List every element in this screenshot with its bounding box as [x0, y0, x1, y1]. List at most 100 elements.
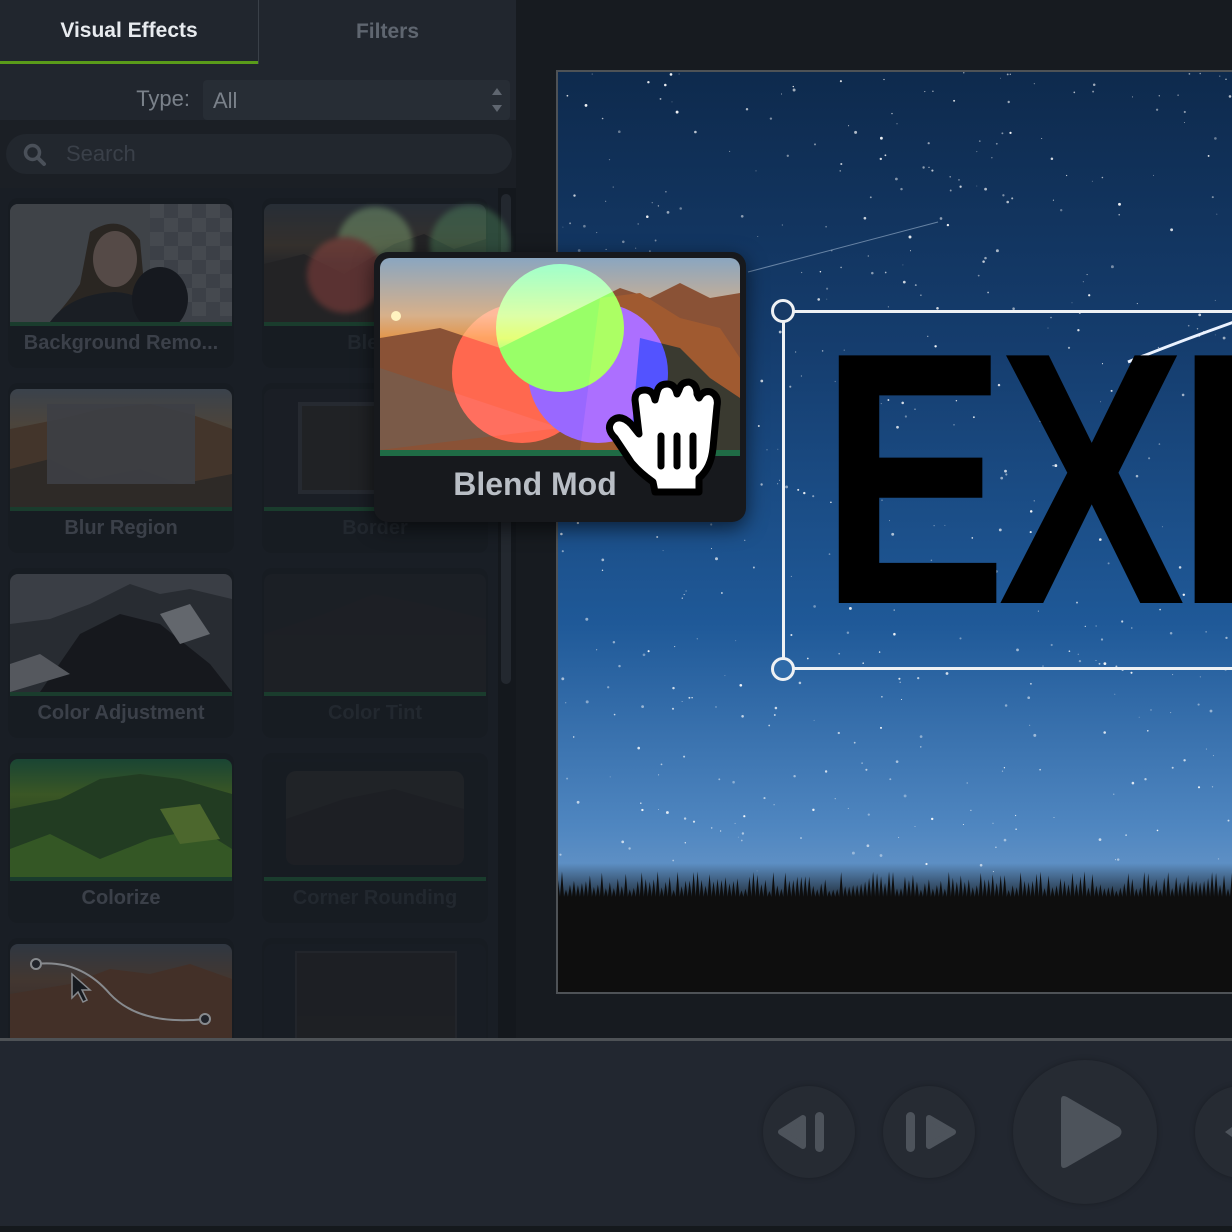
star — [1114, 693, 1116, 695]
search-icon — [23, 143, 46, 166]
star — [1009, 131, 1012, 135]
star — [665, 811, 669, 814]
star — [1065, 174, 1068, 177]
star — [724, 675, 726, 677]
selection-box[interactable] — [771, 299, 1232, 681]
effect-card-color-adjustment[interactable]: Color Adjustment — [8, 568, 234, 738]
star — [672, 859, 675, 862]
star — [601, 569, 604, 572]
effect-label: Color Tint — [327, 702, 423, 724]
star — [931, 169, 934, 172]
star — [591, 73, 593, 75]
star — [837, 731, 840, 735]
effect-thumbnail — [264, 944, 486, 1038]
effect-card-background-removal[interactable]: Background Remo... — [8, 198, 234, 368]
star — [1217, 858, 1220, 860]
star — [745, 107, 749, 111]
star — [573, 194, 576, 197]
star — [1011, 197, 1014, 200]
star — [773, 714, 776, 716]
star — [1029, 682, 1032, 685]
star — [792, 85, 794, 88]
star — [1103, 731, 1106, 734]
star — [871, 271, 874, 275]
star — [879, 726, 883, 729]
star — [1156, 829, 1159, 832]
star — [1006, 73, 1009, 76]
star — [660, 763, 663, 766]
tab-visual-effects[interactable]: Visual Effects — [0, 0, 258, 64]
star — [647, 650, 650, 653]
effect-label: Corner Rounding — [292, 887, 458, 909]
type-select[interactable]: All — [203, 80, 510, 120]
resize-handle-top-left[interactable] — [771, 299, 795, 323]
star — [865, 768, 868, 771]
search-area — [0, 120, 516, 188]
star — [618, 664, 621, 668]
star — [869, 196, 872, 199]
resize-handle-bottom-left[interactable] — [771, 657, 795, 681]
effect-card-blur-region[interactable]: Blur Region — [8, 383, 234, 553]
star — [696, 638, 698, 640]
star — [1225, 78, 1227, 80]
star — [1170, 228, 1174, 232]
effect-thumbnail — [264, 759, 486, 877]
star — [617, 130, 621, 134]
next-button[interactable] — [1195, 1086, 1232, 1178]
star — [881, 696, 883, 698]
star — [671, 707, 675, 710]
star — [1152, 174, 1155, 176]
star — [1004, 704, 1008, 707]
star — [853, 741, 856, 744]
step-forward-button[interactable] — [883, 1086, 975, 1178]
star — [927, 142, 930, 145]
star — [1116, 858, 1120, 861]
effect-card-colorize[interactable]: Colorize — [8, 753, 234, 923]
star — [561, 550, 564, 553]
star — [1053, 816, 1055, 818]
star — [646, 215, 649, 218]
bottom-strip — [0, 1226, 1232, 1232]
step-forward-icon — [906, 1112, 956, 1152]
star — [721, 592, 723, 594]
star — [777, 483, 779, 485]
star — [946, 223, 950, 227]
star — [963, 72, 965, 74]
star — [1199, 72, 1201, 75]
search-input[interactable] — [66, 138, 486, 170]
tab-filters[interactable]: Filters — [258, 0, 516, 64]
star — [585, 700, 589, 704]
star — [1003, 767, 1006, 769]
star — [932, 90, 934, 93]
effect-card-corner-rounding[interactable]: Corner Rounding — [262, 753, 488, 923]
star — [566, 94, 569, 97]
star — [710, 548, 713, 550]
thumb-bar — [264, 692, 486, 696]
type-label: Type: — [136, 86, 190, 111]
star — [1041, 138, 1043, 140]
star — [622, 240, 625, 244]
star — [1188, 73, 1191, 75]
star — [654, 239, 657, 242]
star — [903, 794, 907, 798]
effect-label: Color Adjustment — [37, 702, 205, 724]
star — [572, 736, 575, 738]
star — [566, 777, 569, 780]
play-button[interactable] — [1013, 1060, 1157, 1204]
effect-card-frame[interactable] — [262, 938, 488, 1038]
effect-card-motion-path[interactable] — [8, 938, 234, 1038]
star — [1158, 95, 1160, 97]
star — [760, 379, 764, 383]
search-box[interactable] — [6, 134, 512, 174]
star — [1009, 73, 1011, 75]
star — [924, 91, 926, 93]
star — [854, 130, 858, 134]
step-back-button[interactable] — [763, 1086, 855, 1178]
video-canvas[interactable]: EXP — [556, 70, 1232, 994]
partial-icon — [1225, 1127, 1232, 1137]
star — [608, 159, 611, 161]
star — [1209, 709, 1213, 713]
effect-card-color-tint[interactable]: Color Tint — [262, 568, 488, 738]
star — [995, 846, 997, 849]
app-window: Visual Effects Filters Type: All Search … — [0, 0, 1232, 1232]
